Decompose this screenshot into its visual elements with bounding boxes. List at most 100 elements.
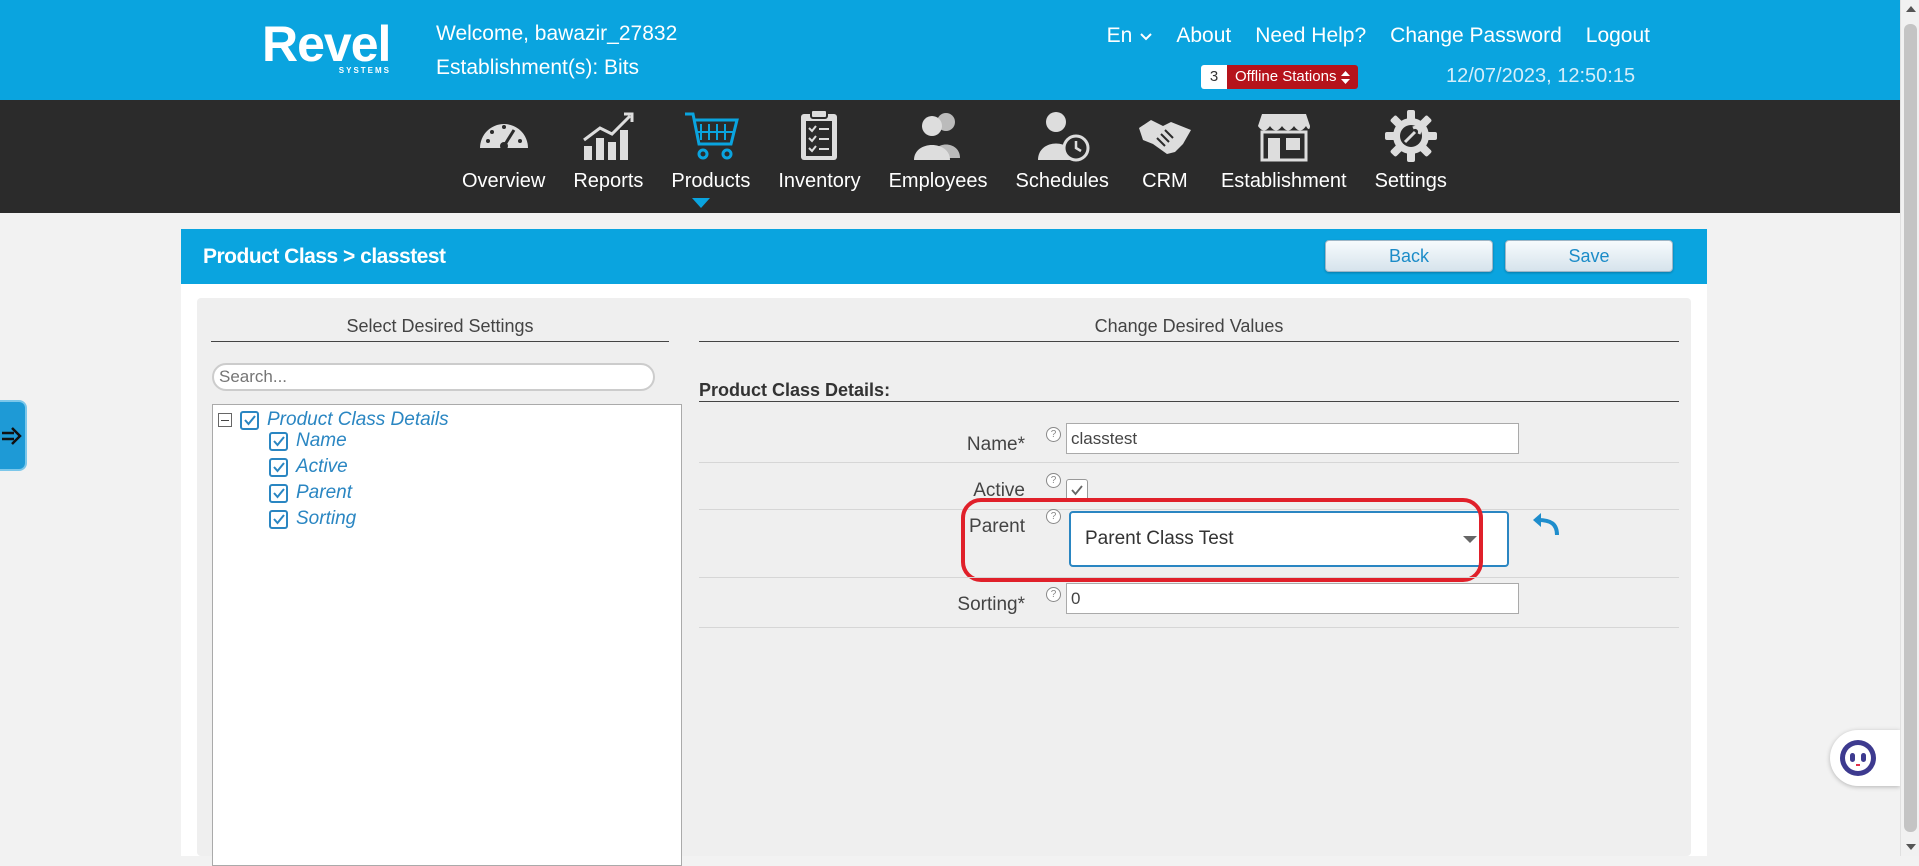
nav-schedules-label: Schedules — [1015, 170, 1109, 192]
nav-crm[interactable]: CRM — [1123, 100, 1207, 213]
tree-item-label: Sorting — [296, 508, 357, 529]
scroll-up-arrow-icon[interactable] — [1906, 6, 1916, 12]
tree-item-active[interactable]: Active — [269, 456, 348, 478]
tree-checkbox[interactable] — [269, 431, 288, 451]
parent-help-icon[interactable]: ? — [1046, 509, 1061, 524]
logo-text: Revel — [262, 16, 391, 72]
tree-checkbox[interactable] — [269, 457, 288, 477]
check-icon — [1071, 485, 1083, 496]
settings-search-input[interactable] — [212, 363, 655, 391]
active-nav-indicator — [692, 198, 710, 208]
nav-inventory[interactable]: Inventory — [764, 100, 874, 213]
current-datetime: 12/07/2023, 12:50:15 — [1446, 65, 1636, 87]
change-password-link[interactable]: Change Password — [1390, 24, 1562, 48]
row-divider — [699, 577, 1679, 578]
clipboard-icon — [801, 109, 838, 160]
active-label: Active — [973, 480, 1025, 501]
sort-arrows-icon — [1341, 70, 1351, 84]
panel-body: Select Desired Settings Product Class De… — [181, 284, 1707, 866]
bot-icon — [1840, 740, 1876, 776]
active-help-icon[interactable]: ? — [1046, 473, 1061, 488]
nav-employees-label: Employees — [888, 170, 988, 192]
scroll-down-arrow-icon[interactable] — [1906, 844, 1916, 850]
row-divider — [699, 509, 1679, 510]
user-clock-icon — [1038, 112, 1090, 162]
nav-settings[interactable]: Settings — [1361, 100, 1461, 213]
shopping-cart-icon — [684, 112, 739, 160]
chat-assistant-button[interactable] — [1830, 730, 1900, 786]
nav-reports[interactable]: Reports — [559, 100, 657, 213]
tree-item-parent[interactable]: Parent — [269, 482, 352, 504]
nav-overview-label: Overview — [462, 170, 546, 192]
tree-item-label: Active — [296, 456, 348, 477]
offline-stations-label: Offline Stations — [1227, 65, 1359, 89]
tree-item-name[interactable]: Name — [269, 430, 347, 452]
parent-label: Parent — [969, 516, 1025, 537]
nav-employees[interactable]: Employees — [875, 100, 1002, 213]
logo-subtext: SYSTEMS — [338, 66, 391, 75]
page-scrollbar[interactable] — [1900, 0, 1919, 856]
save-button[interactable]: Save — [1505, 240, 1673, 272]
check-icon — [272, 436, 285, 447]
sorting-label: Sorting* — [957, 594, 1025, 615]
language-selector[interactable]: En — [1107, 24, 1153, 48]
select-settings-title: Select Desired Settings — [211, 316, 669, 342]
row-divider — [699, 462, 1679, 463]
sorting-input[interactable] — [1066, 583, 1519, 614]
about-link[interactable]: About — [1176, 24, 1231, 48]
welcome-text: Welcome, bawazir_27832 — [436, 22, 678, 45]
tree-root[interactable]: Product Class Details — [218, 409, 449, 431]
change-values-title: Change Desired Values — [699, 316, 1679, 342]
gear-icon — [1384, 110, 1437, 162]
sorting-help-icon[interactable]: ? — [1046, 587, 1061, 602]
nav-crm-label: CRM — [1142, 170, 1188, 192]
section-title: Product Class Details: — [699, 380, 1679, 402]
check-icon — [243, 415, 256, 426]
nav-schedules[interactable]: Schedules — [1002, 100, 1123, 213]
undo-icon[interactable] — [1531, 511, 1561, 537]
offline-count: 3 — [1201, 65, 1227, 89]
breadcrumb: Product Class > classtest — [203, 245, 446, 268]
check-icon — [272, 488, 285, 499]
top-bar: Revel SYSTEMS Welcome, bawazir_27832 Est… — [0, 0, 1900, 100]
back-button[interactable]: Back — [1325, 240, 1493, 272]
language-label: En — [1106, 24, 1133, 47]
name-help-icon[interactable]: ? — [1046, 427, 1061, 442]
tree-root-label: Product Class Details — [267, 409, 449, 430]
nav-reports-label: Reports — [573, 170, 644, 192]
offline-stations-badge[interactable]: 3 Offline Stations — [1201, 65, 1359, 89]
nav-establishment[interactable]: Establishment — [1207, 100, 1361, 213]
parent-select-value: Parent Class Test — [1085, 528, 1234, 549]
arrow-right-icon — [1, 426, 22, 445]
main-nav: Overview Reports Products Inventory Empl… — [0, 100, 1900, 213]
check-icon — [272, 514, 285, 525]
side-panel-toggle[interactable] — [0, 400, 27, 471]
nav-products[interactable]: Products — [657, 100, 764, 213]
tree-item-sorting[interactable]: Sorting — [269, 508, 356, 530]
revel-logo[interactable]: Revel SYSTEMS — [262, 16, 397, 80]
establishment-text: Establishment(s): Bits — [436, 56, 640, 79]
tree-checkbox[interactable] — [240, 410, 259, 430]
parent-select[interactable]: Parent Class Test — [1069, 511, 1509, 567]
logout-link[interactable]: Logout — [1586, 24, 1650, 48]
storefront-icon — [1257, 114, 1310, 162]
users-icon — [914, 113, 961, 160]
panel-header: Product Class > classtest Back Save — [181, 229, 1707, 284]
check-icon — [272, 462, 285, 473]
row-divider — [699, 627, 1679, 628]
tree-item-label: Parent — [296, 482, 352, 503]
active-checkbox[interactable] — [1066, 479, 1088, 501]
name-input[interactable] — [1066, 423, 1519, 454]
tree-item-label: Name — [296, 430, 347, 451]
speedometer-icon — [479, 124, 528, 150]
nav-overview[interactable]: Overview — [448, 100, 559, 213]
need-help-link[interactable]: Need Help? — [1255, 24, 1366, 48]
scroll-thumb[interactable] — [1904, 24, 1917, 832]
nav-establishment-label: Establishment — [1220, 170, 1347, 192]
settings-editor: Select Desired Settings Product Class De… — [197, 298, 1691, 866]
collapse-icon[interactable] — [218, 413, 232, 427]
tree-checkbox[interactable] — [269, 509, 288, 529]
nav-products-label: Products — [671, 170, 751, 192]
name-label: Name* — [966, 434, 1025, 455]
tree-checkbox[interactable] — [269, 483, 288, 503]
